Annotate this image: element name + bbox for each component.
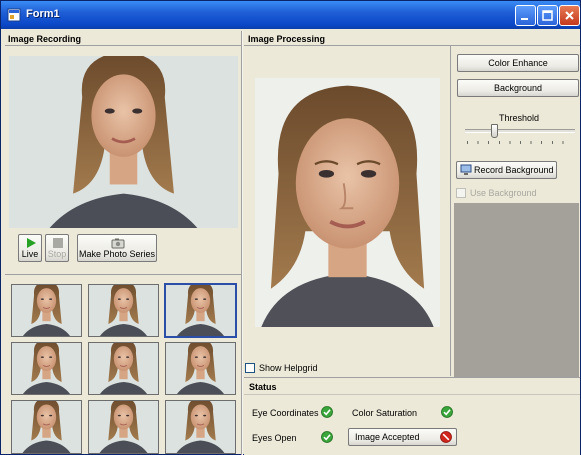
background-button[interactable]: Background [457, 79, 579, 97]
check-circle-icon [321, 431, 333, 443]
splitter[interactable] [241, 31, 243, 455]
divider [5, 274, 241, 275]
image-recording-header: Image Recording [5, 33, 237, 45]
thumbnail-photo [89, 401, 158, 453]
thumbnail-photo [12, 401, 81, 453]
threshold-ticks [467, 141, 573, 144]
background-preview [454, 203, 579, 377]
thumbnail[interactable] [11, 400, 82, 454]
image-accepted-button[interactable]: Image Accepted [348, 428, 457, 446]
thumbnail[interactable] [11, 284, 82, 337]
thumbnail[interactable] [88, 342, 159, 395]
processed-image [255, 78, 440, 327]
eye-coordinates-label: Eye Coordinates [252, 408, 319, 418]
thumbnail[interactable] [88, 400, 159, 454]
thumbnail-photo [89, 343, 158, 394]
title-bar[interactable]: Form1 [1, 1, 580, 29]
color-saturation-label: Color Saturation [352, 408, 418, 418]
threshold-slider-thumb[interactable] [490, 124, 498, 138]
thumbnail[interactable] [11, 342, 82, 395]
close-button[interactable] [559, 5, 580, 26]
live-camera-view [9, 56, 238, 228]
use-background-label: Use Background [470, 188, 537, 198]
divider [244, 394, 580, 395]
threshold-label: Threshold [499, 113, 540, 123]
show-helpgrid-checkbox[interactable] [245, 363, 255, 373]
camera-icon [111, 238, 125, 249]
minimize-icon [521, 18, 528, 20]
stop-button[interactable]: Stop [45, 234, 69, 262]
thumbnail-photo [89, 285, 158, 336]
thumbnail-photo [166, 343, 235, 394]
thumbnail[interactable] [88, 284, 159, 337]
check-circle-icon [441, 406, 453, 418]
record-background-label: Record Background [474, 165, 554, 175]
image-processing-header: Image Processing [245, 33, 445, 45]
window-title: Form1 [26, 8, 60, 20]
maximize-icon [542, 10, 553, 21]
app-icon [7, 8, 21, 22]
eyes-open-label: Eyes Open [252, 433, 297, 443]
color-enhance-button[interactable]: Color Enhance [457, 54, 579, 72]
play-icon [27, 238, 36, 248]
maximize-button[interactable] [537, 5, 558, 26]
thumbnail[interactable] [165, 342, 236, 395]
close-icon [565, 11, 574, 20]
record-background-button[interactable]: Record Background [456, 161, 557, 179]
processed-portrait [255, 78, 440, 327]
thumbnail-selected[interactable] [164, 283, 237, 338]
make-photo-series-button[interactable]: Make Photo Series [77, 234, 157, 262]
use-background-checkbox[interactable] [456, 188, 466, 198]
main-window: Form1 Image Recording Live Stop Make Pho… [0, 0, 581, 455]
monitor-icon [460, 164, 472, 175]
status-header: Status [246, 381, 346, 393]
stop-icon [53, 238, 63, 248]
photo-series-label: Make Photo Series [78, 249, 156, 259]
live-label: Live [21, 249, 39, 259]
live-button[interactable]: Live [18, 234, 42, 262]
thumbnail-photo [12, 285, 81, 336]
image-accepted-label: Image Accepted [355, 432, 420, 442]
show-helpgrid-label: Show Helpgrid [259, 363, 318, 373]
thumbnail-photo [166, 401, 235, 453]
no-entry-icon [440, 431, 452, 443]
thumbnail-photo [12, 343, 81, 394]
check-circle-icon [321, 406, 333, 418]
divider [5, 45, 241, 46]
minimize-button[interactable] [515, 5, 536, 26]
thumbnail[interactable] [165, 400, 236, 454]
threshold-track [465, 129, 575, 133]
camera-portrait [9, 56, 238, 228]
thumbnail-photo [166, 285, 235, 336]
stop-label: Stop [47, 249, 67, 259]
